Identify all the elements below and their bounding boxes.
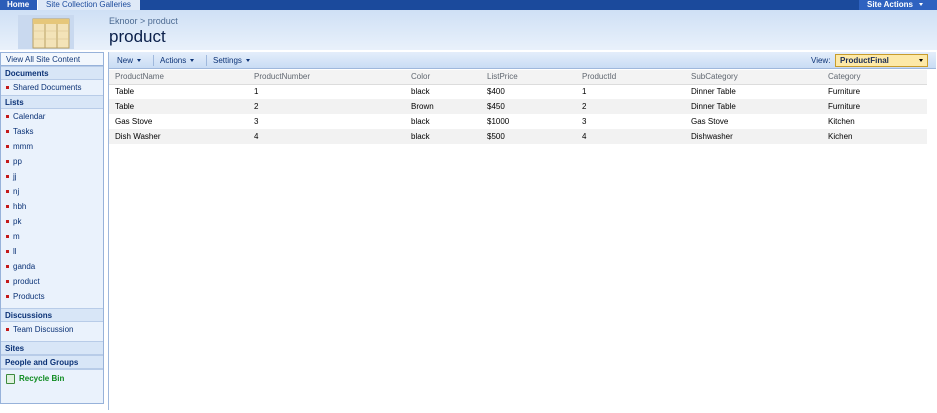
nav-item-nj[interactable]: nj bbox=[1, 184, 103, 199]
nav-item-pp[interactable]: pp bbox=[1, 154, 103, 169]
column-header-category[interactable]: Category bbox=[822, 70, 927, 85]
table-cell: Dinner Table bbox=[691, 87, 736, 97]
top-nav-bar: Home Site Collection Galleries Site Acti… bbox=[0, 0, 937, 17]
recycle-bin-link[interactable]: Recycle Bin bbox=[1, 369, 103, 387]
table-cell: 2 bbox=[248, 99, 405, 114]
breadcrumb[interactable]: Eknoor > product bbox=[109, 16, 178, 26]
table-cell: 1 bbox=[254, 87, 259, 97]
table-row: Gas Stove 3 black $1000 3 Gas Stove Kitc… bbox=[109, 114, 927, 129]
table-cell: 3 bbox=[582, 117, 587, 126]
settings-menu-label: Settings bbox=[213, 56, 242, 65]
nav-item-products[interactable]: Products bbox=[1, 289, 103, 304]
table-cell[interactable]: Gas Stove bbox=[109, 114, 248, 129]
table-cell: Furniture bbox=[822, 99, 927, 114]
nav-item-product[interactable]: product bbox=[1, 274, 103, 289]
table-cell: 4 bbox=[248, 129, 405, 144]
table-cell: 4 bbox=[576, 129, 685, 144]
table-cell: 2 bbox=[576, 99, 685, 114]
chevron-down-icon bbox=[919, 3, 924, 7]
new-menu-label: New bbox=[117, 56, 134, 65]
table-cell: Kitchen bbox=[828, 117, 855, 126]
recycle-bin-icon bbox=[6, 374, 15, 384]
table-cell: Brown bbox=[405, 99, 481, 114]
nav-item-hbh[interactable]: hbh bbox=[1, 199, 103, 214]
table-cell: Dinner Table bbox=[685, 99, 822, 114]
nav-item-calendar[interactable]: Calendar bbox=[1, 109, 103, 124]
nav-item-team-discussion[interactable]: Team Discussion bbox=[1, 322, 103, 337]
view-select[interactable]: ProductFinal bbox=[835, 54, 928, 67]
column-header-color[interactable]: Color bbox=[405, 70, 481, 85]
site-actions-menu[interactable]: Site Actions bbox=[859, 0, 937, 10]
actions-menu-button[interactable]: Actions bbox=[160, 52, 195, 69]
chevron-down-icon bbox=[137, 59, 142, 63]
list-table: ProductName ProductNumber Color ListPric… bbox=[109, 70, 927, 144]
table-cell: black bbox=[405, 129, 481, 144]
nav-heading-people-and-groups[interactable]: People and Groups bbox=[1, 355, 103, 369]
table-cell: $400 bbox=[487, 87, 505, 97]
nav-item-mmm[interactable]: mmm bbox=[1, 139, 103, 154]
toolbar-divider bbox=[206, 55, 207, 66]
table-cell: Dishwasher bbox=[685, 129, 822, 144]
view-all-site-content-link[interactable]: View All Site Content bbox=[1, 53, 103, 66]
table-cell: 3 bbox=[254, 117, 259, 126]
chevron-down-icon bbox=[919, 59, 923, 62]
table-cell: $1000 bbox=[487, 117, 510, 126]
column-header-productnumber[interactable]: ProductNumber bbox=[248, 70, 405, 85]
toolbar-divider bbox=[153, 55, 154, 66]
nav-item-ll[interactable]: ll bbox=[1, 244, 103, 259]
table-cell: Furniture bbox=[828, 87, 861, 97]
table-cell: black bbox=[411, 117, 430, 126]
page-title: product bbox=[109, 27, 166, 46]
nav-item-pk[interactable]: pk bbox=[1, 214, 103, 229]
nav-heading-lists[interactable]: Lists bbox=[1, 95, 103, 109]
table-cell: Gas Stove bbox=[691, 117, 729, 126]
table-row: Table 2 Brown $450 2 Dinner Table Furnit… bbox=[109, 99, 927, 114]
site-logo-icon bbox=[18, 15, 74, 49]
table-cell: Kichen bbox=[822, 129, 927, 144]
nav-item-tasks[interactable]: Tasks bbox=[1, 124, 103, 139]
actions-menu-label: Actions bbox=[160, 56, 187, 65]
table-cell: $500 bbox=[481, 129, 576, 144]
table-cell[interactable]: Table bbox=[109, 99, 248, 114]
new-menu-button[interactable]: New bbox=[117, 52, 142, 69]
nav-item-m[interactable]: m bbox=[1, 229, 103, 244]
table-cell[interactable]: Table bbox=[109, 84, 248, 99]
tab-galleries-label: Site Collection Galleries bbox=[46, 0, 131, 9]
tab-home[interactable]: Home bbox=[0, 0, 37, 10]
table-cell: $450 bbox=[481, 99, 576, 114]
nav-heading-discussions[interactable]: Discussions bbox=[1, 308, 103, 322]
nav-heading-sites[interactable]: Sites bbox=[1, 341, 103, 355]
settings-menu-button[interactable]: Settings bbox=[213, 52, 250, 69]
column-header-listprice[interactable]: ListPrice bbox=[481, 70, 576, 85]
nav-item-jj[interactable]: jj bbox=[1, 169, 103, 184]
nav-item-shared-documents[interactable]: Shared Documents bbox=[1, 80, 103, 95]
column-header-subcategory[interactable]: SubCategory bbox=[685, 70, 822, 85]
nav-heading-documents[interactable]: Documents bbox=[1, 66, 103, 80]
table-cell: 1 bbox=[582, 87, 587, 97]
list-toolbar: New Actions Settings View: ProductFinal bbox=[109, 52, 936, 69]
column-header-productid[interactable]: ProductId bbox=[576, 70, 685, 85]
tab-site-collection-galleries[interactable]: Site Collection Galleries bbox=[37, 0, 140, 17]
recycle-bin-label: Recycle Bin bbox=[19, 374, 65, 383]
page-header: Eknoor > product product bbox=[0, 10, 937, 50]
left-nav: View All Site Content Documents Shared D… bbox=[0, 52, 104, 404]
nav-item-ganda[interactable]: ganda bbox=[1, 259, 103, 274]
table-cell[interactable]: Dish Washer bbox=[109, 129, 248, 144]
table-header-row: ProductName ProductNumber Color ListPric… bbox=[109, 70, 927, 85]
table-row: Dish Washer 4 black $500 4 Dishwasher Ki… bbox=[109, 129, 927, 144]
chevron-down-icon bbox=[245, 59, 250, 63]
view-select-value: ProductFinal bbox=[840, 56, 889, 65]
site-actions-label: Site Actions bbox=[867, 0, 913, 9]
chevron-down-icon bbox=[190, 59, 195, 63]
table-row: Table 1 black $400 1 Dinner Table Furnit… bbox=[109, 84, 927, 99]
column-header-productname[interactable]: ProductName bbox=[109, 70, 248, 85]
view-label: View: bbox=[811, 56, 831, 65]
main-content: New Actions Settings View: ProductFinal … bbox=[108, 52, 936, 410]
table-cell: black bbox=[411, 87, 430, 97]
